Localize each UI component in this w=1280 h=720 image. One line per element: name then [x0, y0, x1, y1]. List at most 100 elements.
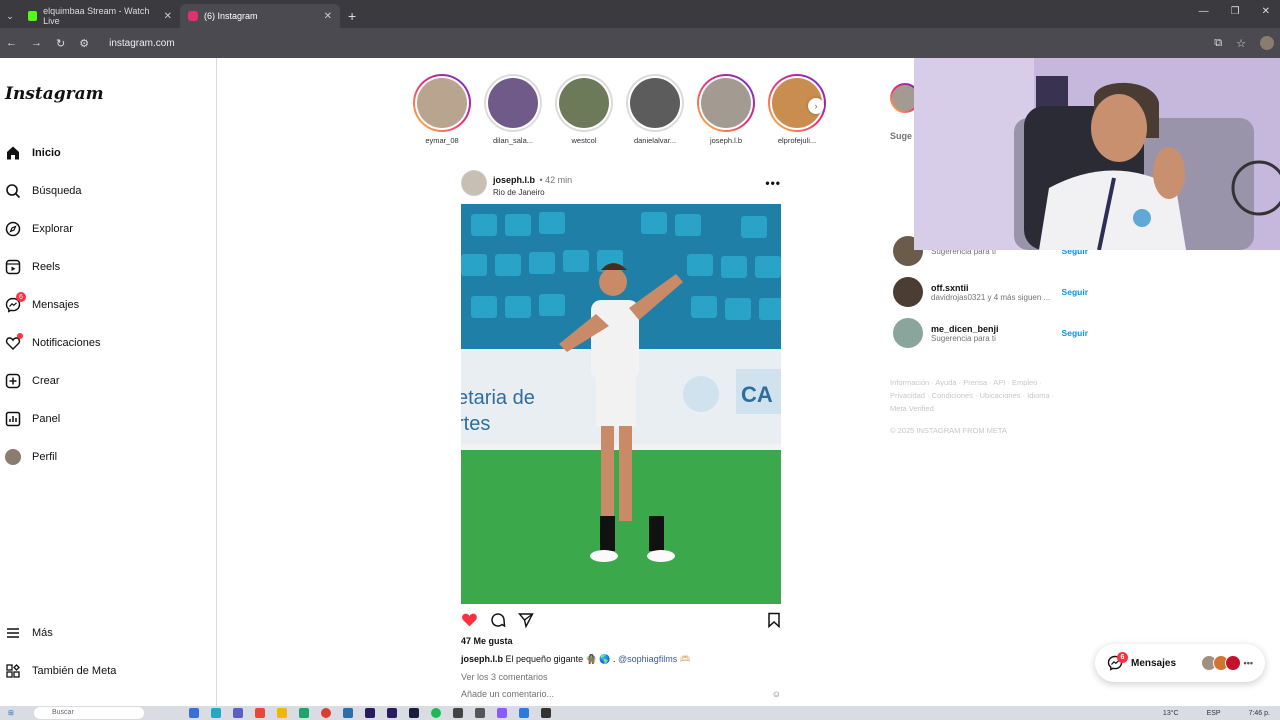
windows-start-icon[interactable]: ⊞: [8, 709, 14, 717]
add-comment-row: Añade un comentario... ☺: [461, 689, 781, 699]
story-avatar: [630, 78, 680, 128]
back-icon[interactable]: ←: [6, 37, 17, 49]
sidebar-item-reels[interactable]: Reels: [0, 248, 216, 286]
taskbar-app-icon[interactable]: [255, 708, 265, 718]
taskbar-app-icon[interactable]: [189, 708, 199, 718]
chrome-icon[interactable]: [321, 708, 331, 718]
story-ring: [626, 74, 684, 132]
follow-button[interactable]: Seguir: [1062, 287, 1088, 297]
tab-kick[interactable]: elquimbaa Stream - Watch Live ✕: [20, 4, 180, 28]
svg-text:rtes: rtes: [461, 413, 490, 435]
story-username: eymar_08: [425, 136, 459, 145]
messages-floating-button[interactable]: 6 Mensajes •••: [1095, 644, 1265, 682]
close-window-icon[interactable]: ✕: [1262, 6, 1270, 17]
share-icon[interactable]: [518, 612, 534, 633]
bookmark-icon[interactable]: [767, 612, 781, 633]
post-author-avatar[interactable]: [461, 170, 487, 196]
compass-icon: [5, 221, 21, 237]
story-item[interactable]: joseph.l.b: [697, 74, 755, 145]
sidebar-item-meta[interactable]: También de Meta: [0, 652, 216, 690]
story-item[interactable]: danielalvar...: [626, 74, 684, 145]
maximize-icon[interactable]: ❐: [1231, 6, 1240, 17]
post-location[interactable]: Rio de Janeiro: [493, 188, 572, 197]
caption-username[interactable]: joseph.l.b: [461, 654, 503, 664]
sidebar-item-busqueda[interactable]: Búsqueda: [0, 172, 216, 210]
taskbar-app-icon[interactable]: [387, 708, 397, 718]
url-field[interactable]: instagram.com: [109, 38, 175, 49]
taskbar-app-icon[interactable]: [497, 708, 507, 718]
instagram-app: Instagram Inicio Búsqueda Explorar Reels…: [0, 58, 1280, 706]
story-item[interactable]: eymar_08: [413, 74, 471, 145]
story-item[interactable]: dilan_sala...: [484, 74, 542, 145]
comment-icon[interactable]: [490, 612, 506, 633]
sidebar-item-label: Notificaciones: [32, 337, 101, 349]
taskbar-app-icon[interactable]: [475, 708, 485, 718]
add-comment-input[interactable]: Añade un comentario...: [461, 689, 554, 699]
taskbar-app-icon[interactable]: [365, 708, 375, 718]
tab-search-chevron-icon[interactable]: ⌄: [0, 11, 20, 22]
sidebar-item-inicio[interactable]: Inicio: [0, 134, 216, 172]
post-author-username[interactable]: joseph.l.b: [493, 175, 535, 185]
story-avatar: [559, 78, 609, 128]
forward-icon[interactable]: →: [31, 37, 42, 49]
more-options-icon[interactable]: •••: [765, 176, 781, 190]
suggestion-avatar[interactable]: [893, 318, 923, 348]
taskbar-app-icon[interactable]: [409, 708, 419, 718]
post-image[interactable]: etaria de rtes CA: [461, 204, 781, 604]
sidebar-item-explorar[interactable]: Explorar: [0, 210, 216, 248]
story-username: dilan_sala...: [492, 136, 534, 145]
notification-dot: [17, 333, 23, 339]
taskbar-app-icon[interactable]: [299, 708, 309, 718]
caption-mention[interactable]: @sophiagfilms 🫶🏻: [618, 654, 691, 664]
sidebar-item-mas[interactable]: Más: [0, 614, 216, 652]
story-avatar: [417, 78, 467, 128]
story-username: elprofejuli...: [777, 136, 817, 145]
taskbar-app-icon[interactable]: [343, 708, 353, 718]
suggestion-username[interactable]: me_dicen_benji: [931, 324, 999, 334]
reload-icon[interactable]: ↻: [56, 37, 65, 50]
emoji-picker-icon[interactable]: ☺: [772, 689, 781, 699]
suggestion-item: me_dicen_benji Sugerencia para ti Seguir: [893, 318, 1088, 348]
taskbar-search[interactable]: Buscar: [34, 707, 144, 719]
site-info-icon[interactable]: ⚙: [79, 37, 89, 50]
suggestion-avatar[interactable]: [893, 277, 923, 307]
sidebar-item-label: Mensajes: [32, 299, 80, 311]
minimize-icon[interactable]: —: [1199, 6, 1209, 17]
story-ring: [555, 74, 613, 132]
close-tab-icon[interactable]: ✕: [324, 11, 332, 22]
weather-temp[interactable]: 13°C: [1163, 710, 1179, 717]
sidebar-item-notificaciones[interactable]: Notificaciones: [0, 324, 216, 362]
sidebar-bottom: Más También de Meta: [0, 614, 216, 690]
sidebar-item-label: Panel: [32, 413, 61, 425]
taskbar-app-icon[interactable]: [519, 708, 529, 718]
stories-next-icon[interactable]: ›: [808, 98, 824, 114]
sidebar-item-mensajes[interactable]: 6 Mensajes: [0, 286, 216, 324]
view-comments-link[interactable]: Ver los 3 comentarios: [461, 672, 781, 682]
taskbar-app-icon[interactable]: [541, 708, 551, 718]
sidebar-item-panel[interactable]: Panel: [0, 400, 216, 438]
footer-links[interactable]: Información · Ayuda · Prensa · API · Emp…: [890, 376, 1070, 415]
instagram-logo[interactable]: Instagram: [5, 84, 104, 104]
clock[interactable]: 7:46 p.: [1249, 710, 1270, 717]
tab-instagram[interactable]: (6) Instagram ✕: [180, 4, 340, 28]
taskbar-app-icon[interactable]: [277, 708, 287, 718]
new-tab-icon[interactable]: +: [348, 8, 356, 24]
suggestion-username[interactable]: off.sxntii: [931, 283, 1050, 293]
sidebar-item-label: Más: [32, 627, 53, 639]
profile-avatar[interactable]: [1260, 36, 1274, 50]
sidebar-item-crear[interactable]: Crear: [0, 362, 216, 400]
spotify-icon[interactable]: [431, 708, 441, 718]
follow-button[interactable]: Seguir: [1062, 328, 1088, 338]
like-heart-icon[interactable]: [461, 612, 478, 632]
bookmark-star-icon[interactable]: ☆: [1236, 37, 1246, 50]
sidebar-item-perfil[interactable]: Perfil: [0, 438, 216, 476]
install-app-icon[interactable]: ⧉: [1214, 37, 1222, 50]
taskbar-app-icon[interactable]: [233, 708, 243, 718]
input-language[interactable]: ESP: [1207, 710, 1221, 717]
taskbar-app-icon[interactable]: [211, 708, 221, 718]
sidebar-item-label: Inicio: [32, 147, 61, 159]
taskbar-app-icon[interactable]: [453, 708, 463, 718]
close-tab-icon[interactable]: ✕: [164, 11, 172, 22]
like-count[interactable]: 47 Me gusta: [461, 636, 781, 646]
story-item[interactable]: westcol: [555, 74, 613, 145]
